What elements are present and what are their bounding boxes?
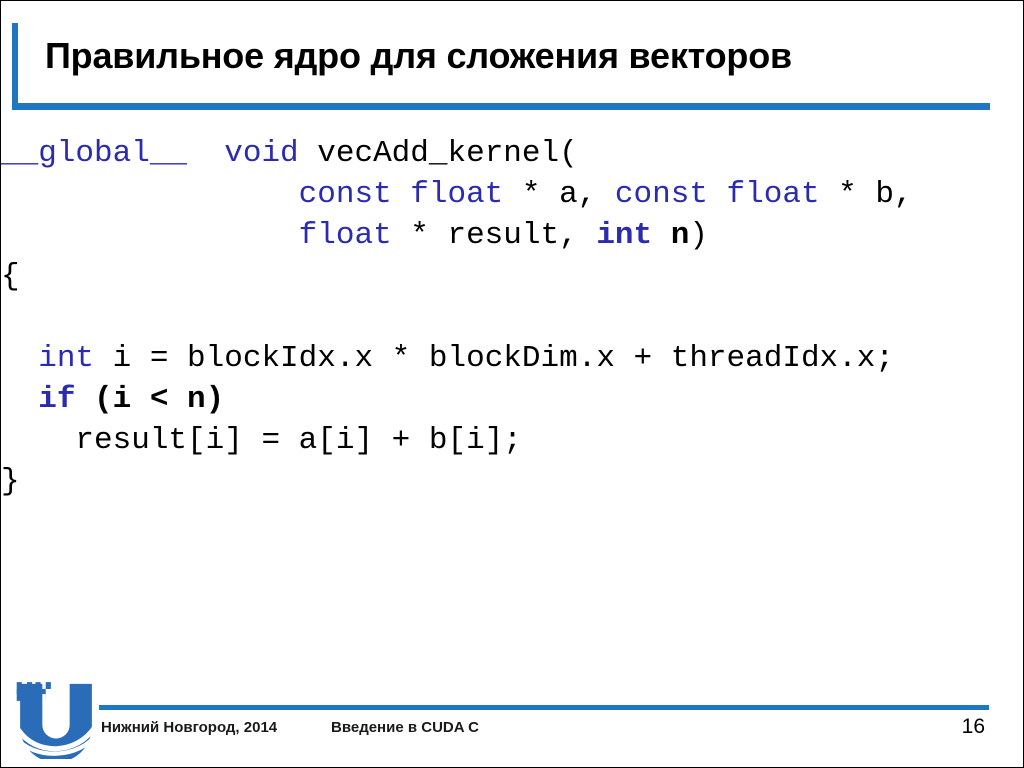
code-token: ) (689, 218, 708, 253)
code-line: const float * a, const float * b, (1, 174, 1023, 215)
slide-footer: Нижний Новгород, 2014 Введение в CUDA C … (1, 671, 1023, 767)
code-token: * result, (391, 218, 597, 253)
code-line: int i = blockIdx.x * blockDim.x + thread… (1, 338, 1023, 379)
code-token: const float (298, 177, 504, 212)
code-line: float * result, int n) (1, 215, 1023, 256)
code-listing: __global__ void vecAdd_kernel( const flo… (1, 133, 1023, 502)
slide: Правильное ядро для сложения векторов __… (0, 0, 1024, 768)
code-token: __global__ (1, 136, 188, 171)
footer-place-label: Нижний Новгород, 2014 (101, 719, 278, 736)
page-title: Правильное ядро для сложения векторов (45, 35, 792, 76)
code-token: } (1, 464, 20, 499)
code-token: const float (614, 177, 820, 212)
code-token: i = blockIdx.x * blockDim.x + threadIdx.… (94, 341, 894, 376)
title-area: Правильное ядро для сложения векторов (1, 23, 1001, 113)
code-line: if (i < n) (1, 379, 1023, 420)
code-line: result[i] = a[i] + b[i]; (1, 420, 1023, 461)
code-token: if (38, 382, 76, 417)
code-line: } (1, 461, 1023, 502)
code-token: { (1, 259, 20, 294)
unn-logo-icon (13, 677, 99, 763)
code-token: * a, (503, 177, 615, 212)
code-line: { (1, 256, 1023, 297)
code-token: (i < n) (75, 382, 225, 417)
title-accent-horizontal-rule (12, 103, 990, 110)
code-token: void (224, 136, 299, 171)
footer-course-label: Введение в CUDA C (331, 719, 480, 736)
footer-divider (99, 705, 989, 710)
code-token: vecAdd_kernel( (298, 136, 578, 171)
code-token: int (38, 341, 95, 376)
code-line: __global__ void vecAdd_kernel( (1, 133, 1023, 174)
page-number: 16 (961, 715, 985, 738)
code-token: n (652, 218, 690, 253)
title-accent-vertical-bar (12, 23, 18, 109)
code-token: float (298, 218, 392, 253)
code-token: result[i] = a[i] + b[i]; (75, 423, 522, 458)
code-token: * b, (819, 177, 913, 212)
code-token: int (596, 218, 653, 253)
